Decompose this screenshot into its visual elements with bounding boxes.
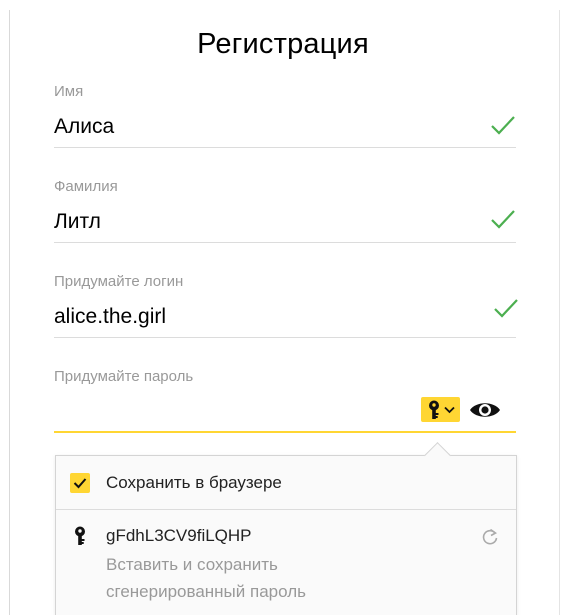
login-check-icon <box>494 299 518 318</box>
login-underline <box>54 337 516 338</box>
registration-form: Регистрация Имя Алиса Фамилия Литл Приду… <box>0 0 566 615</box>
first-name-label: Имя <box>54 83 84 100</box>
last-name-label: Фамилия <box>54 178 118 195</box>
last-name-underline <box>54 242 516 243</box>
last-name-value[interactable]: Литл <box>54 210 101 234</box>
eye-icon[interactable] <box>468 398 502 422</box>
password-underline-active <box>54 431 516 433</box>
last-name-field[interactable]: Фамилия Литл <box>54 178 516 244</box>
refresh-icon[interactable] <box>481 528 499 546</box>
password-manager-button[interactable] <box>421 397 460 422</box>
first-name-field[interactable]: Имя Алиса <box>54 83 516 149</box>
key-icon <box>428 400 439 419</box>
checkmark-icon <box>73 478 87 489</box>
generated-key-icon <box>75 526 85 545</box>
insert-and-save-line2[interactable]: сгенерированный пароль <box>106 582 306 602</box>
login-value[interactable]: alice.the.girl <box>54 305 166 329</box>
first-name-value[interactable]: Алиса <box>54 115 114 139</box>
save-in-browser-row[interactable]: Сохранить в браузере <box>56 456 516 510</box>
save-in-browser-checkbox[interactable] <box>70 473 90 493</box>
generated-password[interactable]: gFdhL3CV9fiLQHP <box>106 526 252 546</box>
first-name-check-icon <box>491 116 515 135</box>
password-suggestion-popup: Сохранить в браузере gFdhL3CV9fiLQHP Вст… <box>55 455 517 615</box>
last-name-check-icon <box>491 210 515 229</box>
first-name-underline <box>54 147 516 148</box>
page-title: Регистрация <box>197 28 369 60</box>
login-label: Придумайте логин <box>54 273 184 290</box>
chevron-down-icon <box>443 406 455 413</box>
password-label: Придумайте пароль <box>54 368 194 385</box>
save-in-browser-label: Сохранить в браузере <box>106 473 282 492</box>
login-field[interactable]: Придумайте логин alice.the.girl <box>54 273 516 339</box>
insert-and-save-line1[interactable]: Вставить и сохранить <box>106 555 278 575</box>
